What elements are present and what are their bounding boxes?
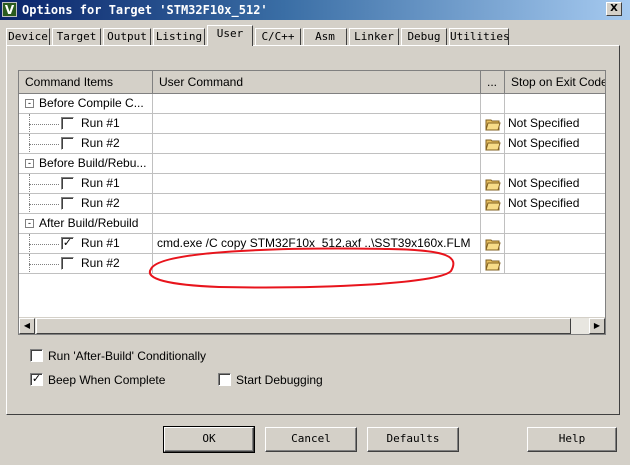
scroll-thumb[interactable]	[36, 318, 571, 334]
run-after-build-label: Run 'After-Build' Conditionally	[48, 349, 206, 363]
checkmark-icon: ✓	[31, 373, 42, 385]
help-button[interactable]: Help	[527, 427, 617, 452]
tab-user[interactable]: User	[207, 25, 253, 46]
tab-asm[interactable]: Asm	[303, 28, 347, 45]
tab-debug[interactable]: Debug	[401, 28, 447, 45]
options-dialog: Device Target Output Listing User C/C++ …	[0, 20, 630, 465]
tab-listing[interactable]: Listing	[153, 28, 205, 45]
horizontal-scrollbar[interactable]: ◀ ▶	[19, 317, 605, 334]
red-annotation-ellipse	[148, 247, 455, 289]
title-bar: V Options for Target 'STM32F10x_512' X	[0, 0, 630, 20]
cancel-button[interactable]: Cancel	[265, 427, 357, 452]
tab-target[interactable]: Target	[52, 28, 101, 45]
start-debugging-checkbox[interactable]	[218, 373, 231, 386]
scroll-left-icon[interactable]: ◀	[19, 318, 35, 334]
scroll-right-icon[interactable]: ▶	[589, 318, 605, 334]
start-debugging-label: Start Debugging	[236, 373, 323, 387]
start-debugging-option[interactable]: Start Debugging	[218, 372, 338, 388]
beep-label: Beep When Complete	[48, 373, 166, 387]
ok-button[interactable]: OK	[163, 426, 255, 453]
tab-device[interactable]: Device	[6, 28, 50, 45]
window-title: Options for Target 'STM32F10x_512'	[22, 3, 268, 17]
tab-utilities[interactable]: Utilities	[449, 28, 510, 45]
beep-checkbox[interactable]: ✓	[30, 373, 43, 386]
close-icon[interactable]: X	[606, 2, 622, 16]
app-icon: V	[2, 2, 17, 17]
user-commands-grid: Command Items User Command ... Stop on E…	[18, 70, 606, 335]
tab-linker[interactable]: Linker	[349, 28, 399, 45]
tab-c-cpp[interactable]: C/C++	[255, 28, 301, 45]
beep-option[interactable]: ✓ Beep When Complete	[30, 372, 200, 388]
button-row: OK Cancel Defaults Help	[0, 420, 630, 465]
run-after-build-checkbox[interactable]	[30, 349, 43, 362]
tab-output[interactable]: Output	[103, 28, 151, 45]
defaults-button[interactable]: Defaults	[367, 427, 459, 452]
run-after-build-option[interactable]: Run 'After-Build' Conditionally	[30, 348, 230, 364]
